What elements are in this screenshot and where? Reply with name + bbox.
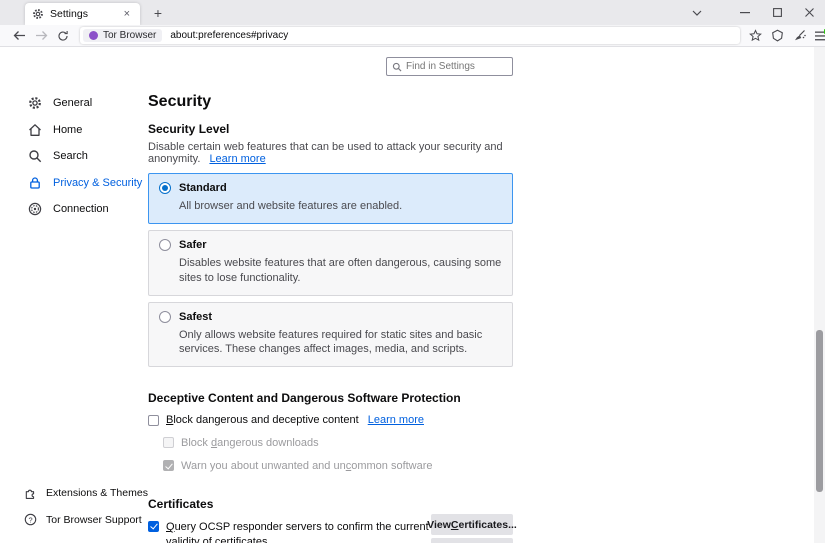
sidebar-item-connection[interactable]: Connection (0, 196, 148, 223)
tab-settings[interactable]: Settings × (25, 3, 140, 25)
search-icon (392, 62, 402, 72)
sidebar-item-label: Tor Browser Support (46, 514, 142, 526)
find-in-settings-box[interactable] (386, 57, 513, 76)
settings-sidebar: General Home Search (0, 47, 148, 543)
warn-uncommon-software-checkbox (163, 460, 174, 471)
security-option-standard[interactable]: Standard All browser and website feature… (148, 173, 513, 224)
sidebar-footer: Extensions & Themes ? Tor Browser Suppor… (0, 480, 148, 533)
checkbox-label: Block dangerous downloads (181, 437, 319, 451)
option-description: Only allows website features required fo… (179, 328, 502, 358)
sidebar-item-label: Privacy & Security (53, 177, 142, 189)
block-dangerous-downloads-checkbox (163, 437, 174, 448)
maximize-button[interactable] (761, 0, 793, 25)
page-title: Security (148, 93, 513, 111)
option-label: Safer (179, 239, 207, 251)
forward-icon[interactable] (30, 27, 52, 45)
sidebar-item-support[interactable]: ? Tor Browser Support (0, 507, 148, 534)
home-icon (28, 123, 42, 137)
url-text: about:preferences#privacy (170, 30, 288, 41)
puzzle-icon (24, 487, 37, 500)
security-level-heading: Security Level (148, 122, 513, 136)
list-all-tabs-chevron-down-icon[interactable] (681, 0, 713, 25)
tor-browser-logo-icon (89, 31, 98, 40)
option-label: Standard (179, 182, 227, 194)
security-option-safest[interactable]: Safest Only allows website features requ… (148, 302, 513, 368)
minimize-button[interactable] (729, 0, 761, 25)
option-label: Safest (179, 311, 212, 323)
block-dangerous-content-row: Block dangerous and deceptive content Le… (148, 414, 513, 428)
radio-safer[interactable] (159, 239, 171, 251)
search-input[interactable] (406, 61, 507, 72)
radio-safest[interactable] (159, 311, 171, 323)
svg-text:?: ? (28, 516, 32, 525)
sidebar-item-home[interactable]: Home (0, 117, 148, 144)
settings-main: Security Security Level Disable certain … (148, 47, 513, 543)
sidebar-item-label: Search (53, 150, 88, 162)
block-dangerous-downloads-row: Block dangerous downloads (163, 437, 513, 451)
checkbox-label: Block dangerous and deceptive content Le… (166, 414, 424, 428)
reload-icon[interactable] (52, 27, 74, 45)
security-level-shield-icon[interactable] (766, 27, 788, 45)
bookmark-star-icon[interactable] (744, 27, 766, 45)
connection-icon (28, 202, 42, 216)
toolbar-buttons (744, 27, 825, 45)
ocsp-checkbox[interactable] (148, 521, 159, 532)
new-identity-broom-icon[interactable] (788, 27, 810, 45)
sidebar-item-label: Connection (53, 203, 109, 215)
option-description: Disables website features that are often… (179, 256, 502, 286)
sidebar-item-label: Home (53, 124, 82, 136)
title-bar: Settings × + (0, 0, 825, 25)
settings-favicon-gear-icon (32, 8, 44, 20)
tab-title: Settings (50, 8, 115, 20)
sidebar-item-search[interactable]: Search (0, 143, 148, 170)
site-identity-chip[interactable]: Tor Browser (83, 29, 162, 42)
url-bar[interactable]: Tor Browser about:preferences#privacy (80, 27, 740, 44)
sidebar-item-extensions-themes[interactable]: Extensions & Themes (0, 480, 148, 507)
security-option-safer[interactable]: Safer Disables website features that are… (148, 230, 513, 296)
security-level-learn-more-link[interactable]: Learn more (209, 153, 265, 165)
back-icon[interactable] (8, 27, 30, 45)
vertical-scrollbar[interactable] (814, 47, 825, 543)
certificates-row: Query OCSP responder servers to confirm … (148, 520, 513, 543)
search-icon (28, 149, 42, 163)
hamburger-menu-icon[interactable] (810, 27, 825, 45)
sidebar-item-general[interactable]: General (0, 90, 148, 117)
close-window-button[interactable] (793, 0, 825, 25)
new-tab-button[interactable]: + (148, 4, 168, 22)
option-description: All browser and website features are ena… (179, 199, 502, 214)
deceptive-content-heading: Deceptive Content and Dangerous Software… (148, 391, 513, 405)
deceptive-learn-more-link[interactable]: Learn more (368, 414, 424, 426)
sidebar-item-label: General (53, 97, 92, 109)
scrollbar-thumb[interactable] (816, 330, 823, 492)
ocsp-label: Query OCSP responder servers to confirm … (166, 520, 438, 543)
checkbox-label: Warn you about unwanted and uncommon sof… (181, 460, 433, 474)
security-devices-button[interactable]: Security Devices... (431, 538, 513, 543)
security-level-description: Disable certain web features that can be… (148, 141, 513, 165)
view-certificates-button[interactable]: View Certificates... (431, 514, 513, 535)
question-icon: ? (24, 513, 37, 526)
sidebar-item-label: Extensions & Themes (46, 487, 148, 499)
settings-page: General Home Search (0, 47, 825, 543)
browser-window: Settings × + (0, 0, 825, 543)
block-dangerous-content-checkbox[interactable] (148, 415, 159, 426)
certificates-heading: Certificates (148, 497, 513, 511)
lock-icon (28, 176, 42, 190)
certificates-buttons: View Certificates... Security Devices... (431, 514, 513, 543)
tab-close-icon[interactable]: × (121, 8, 133, 21)
gear-icon (28, 96, 42, 110)
window-controls (681, 0, 825, 25)
site-chip-label: Tor Browser (103, 30, 156, 41)
navigation-toolbar: Tor Browser about:preferences#privacy (0, 25, 825, 47)
warn-uncommon-software-row: Warn you about unwanted and uncommon sof… (163, 460, 513, 474)
radio-standard[interactable] (159, 182, 171, 194)
sidebar-item-privacy-security[interactable]: Privacy & Security (0, 170, 148, 197)
